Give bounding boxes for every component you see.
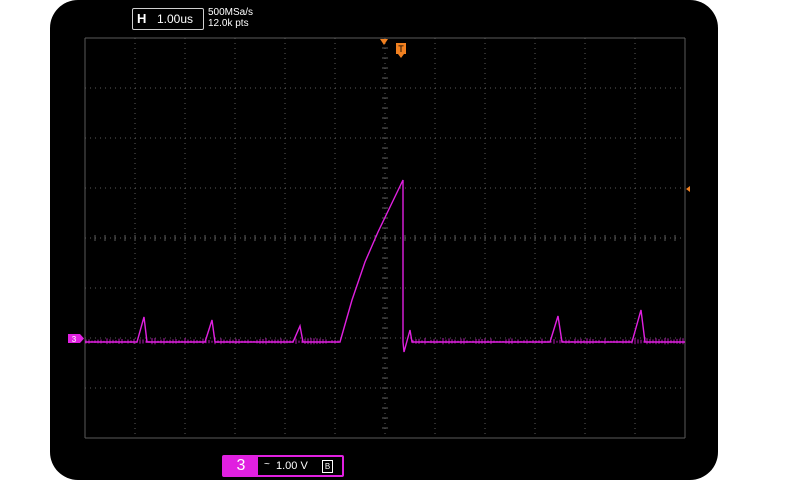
vertical-scale: 1.00 V xyxy=(276,460,308,472)
acquisition-info: 500MSa/s 12.0k pts xyxy=(208,7,253,29)
memory-depth: 12.0k pts xyxy=(208,18,249,29)
sample-rate: 500MSa/s xyxy=(208,7,254,18)
ground-marker-label: 3 xyxy=(72,335,77,344)
timebase-box[interactable]: H 1.00us xyxy=(132,8,204,30)
timebase-label: H xyxy=(137,11,147,26)
ac-coupling-icon: ~ xyxy=(264,459,270,470)
waveform-display: T 3 xyxy=(50,0,718,480)
trigger-label: T xyxy=(398,44,404,54)
timebase-value: 1.00us xyxy=(157,12,194,26)
bandwidth-limit-icon: B xyxy=(322,460,333,473)
channel-number: 3 xyxy=(224,457,258,475)
channel-3-status-box[interactable]: 3 ~ 1.00 V B xyxy=(222,455,344,477)
